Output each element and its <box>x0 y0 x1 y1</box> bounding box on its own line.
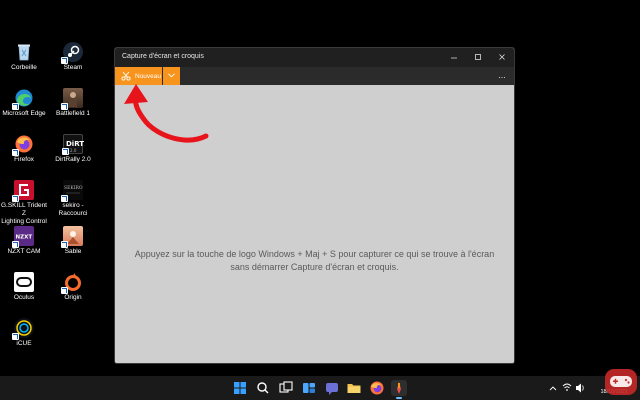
widgets-icon <box>303 383 315 393</box>
search-button[interactable] <box>255 380 271 396</box>
close-button[interactable] <box>490 48 514 67</box>
instruction-message: Appuyez sur la touche de logo Windows + … <box>134 249 495 272</box>
desktop-icon-firefox[interactable]: Firefox <box>0 134 48 164</box>
chat-icon <box>326 383 338 395</box>
volume-indicator[interactable] <box>575 376 585 400</box>
shortcut-icon <box>12 195 19 202</box>
window-title: Capture d'écran et croquis <box>122 53 204 60</box>
desktop-icon-steam[interactable]: Steam <box>49 42 97 72</box>
sable-icon <box>61 226 83 248</box>
dirtrally-icon: DiRT 2.0 <box>62 134 84 155</box>
start-button[interactable] <box>232 380 248 396</box>
desktop-icon-label: Battlefield 1 <box>56 110 90 117</box>
desktop-icon-label: Sable <box>64 248 82 255</box>
search-icon <box>257 382 269 394</box>
svg-text:DiRT: DiRT <box>66 140 84 148</box>
file-explorer-button[interactable] <box>346 380 362 396</box>
desktop-icon-label: G.SKILL Trident Z Lighting Control <box>0 202 47 225</box>
desktop-icon-label: iCUE <box>16 340 32 347</box>
close-icon <box>499 54 505 60</box>
task-view-icon <box>279 381 293 393</box>
svg-text:2.0: 2.0 <box>70 148 77 153</box>
oculus-icon <box>14 272 34 292</box>
desktop-icon-battlefield[interactable]: Battlefield 1 <box>49 88 97 118</box>
desktop-icon-edge[interactable]: Microsoft Edge <box>0 88 48 118</box>
edge-icon <box>12 88 34 110</box>
chevron-up-icon[interactable] <box>548 376 558 400</box>
desktop-icon-icue[interactable]: iCUE <box>0 318 48 348</box>
chevron-down-icon <box>168 73 175 78</box>
desktop-icon-label: DirtRally 2.0 <box>55 156 91 163</box>
window-titlebar[interactable]: Capture d'écran et croquis <box>115 48 514 67</box>
instruction-text: Appuyez sur la touche de logo Windows + … <box>115 248 514 274</box>
steam-icon <box>61 42 83 64</box>
desktop-icon-sekiro[interactable]: SEKIRO sekiro - Raccourci <box>49 180 97 218</box>
desktop-icon-label: NZXT CAM <box>7 248 41 255</box>
wifi-icon <box>562 383 572 391</box>
arrow-head <box>124 84 148 104</box>
desktop-icon-label: Oculus <box>13 294 35 301</box>
maximize-icon <box>475 54 481 60</box>
windows-logo-icon <box>234 382 246 394</box>
shortcut-icon <box>61 287 68 294</box>
snip-sketch-icon <box>397 382 401 394</box>
nzxt-cam-icon: NZXT <box>12 226 34 248</box>
shortcut-icon <box>61 195 68 202</box>
watermark-logo <box>605 369 637 395</box>
new-button-label: Nouveau <box>135 72 162 80</box>
origin-icon <box>61 272 83 294</box>
shortcut-icon <box>61 57 68 64</box>
recycle-bin-icon <box>14 42 34 62</box>
desktop-icon-label: Origin <box>64 294 82 301</box>
desktop-icon-label: Firefox <box>14 156 34 163</box>
shortcut-icon <box>62 148 69 155</box>
taskbar: 10:24 18/10/2021 <box>0 376 640 400</box>
desktop-icon-oculus[interactable]: Oculus <box>0 272 48 302</box>
task-view-button[interactable] <box>278 380 294 396</box>
desktop-icon-gskill[interactable]: G.SKILL Trident Z Lighting Control <box>0 180 48 226</box>
minimize-icon <box>451 57 457 59</box>
shortcut-icon <box>12 149 19 156</box>
active-indicator <box>396 397 402 399</box>
desktop-icon-label: Corbeille <box>11 64 37 71</box>
svg-text:SEKIRO: SEKIRO <box>64 185 83 191</box>
annotation-arrow <box>124 84 209 143</box>
firefox-taskbar-button[interactable] <box>369 380 385 396</box>
desktop-icon-label: sekiro - Raccourci <box>58 202 88 217</box>
widgets-button[interactable] <box>301 380 317 396</box>
shortcut-icon <box>12 333 19 340</box>
minimize-button[interactable] <box>442 48 466 67</box>
icue-icon <box>12 318 34 340</box>
shortcut-icon <box>12 103 19 110</box>
shortcut-icon <box>61 241 68 248</box>
shortcut-icon <box>12 241 19 248</box>
sekiro-icon: SEKIRO <box>61 180 83 202</box>
network-indicator[interactable] <box>562 376 572 400</box>
desktop-icon-label: Steam <box>63 64 83 71</box>
folder-icon <box>347 384 361 393</box>
system-tray <box>548 376 558 400</box>
teams-chat-button[interactable] <box>324 380 340 396</box>
desktop-icon-sable[interactable]: Sable <box>49 226 97 256</box>
more-options-button[interactable]: ... <box>496 71 508 81</box>
snipping-tool-taskbar-button[interactable] <box>391 380 407 399</box>
volume-icon <box>576 383 584 393</box>
maximize-button[interactable] <box>466 48 490 67</box>
svg-text:NZXT: NZXT <box>16 235 33 241</box>
firefox-icon <box>12 134 34 156</box>
firefox-icon <box>370 381 384 395</box>
battlefield-icon <box>61 88 83 110</box>
desktop-icon-dirtrally[interactable]: DiRT 2.0 DirtRally 2.0 <box>49 134 97 164</box>
shortcut-icon <box>61 103 68 110</box>
desktop-icon-origin[interactable]: Origin <box>49 272 97 302</box>
desktop-icon-label: Microsoft Edge <box>2 110 46 117</box>
desktop-icon-recycle-bin[interactable]: Corbeille <box>0 42 48 72</box>
desktop-icon-nzxt[interactable]: NZXT NZXT CAM <box>0 226 48 256</box>
gskill-icon <box>12 180 34 202</box>
